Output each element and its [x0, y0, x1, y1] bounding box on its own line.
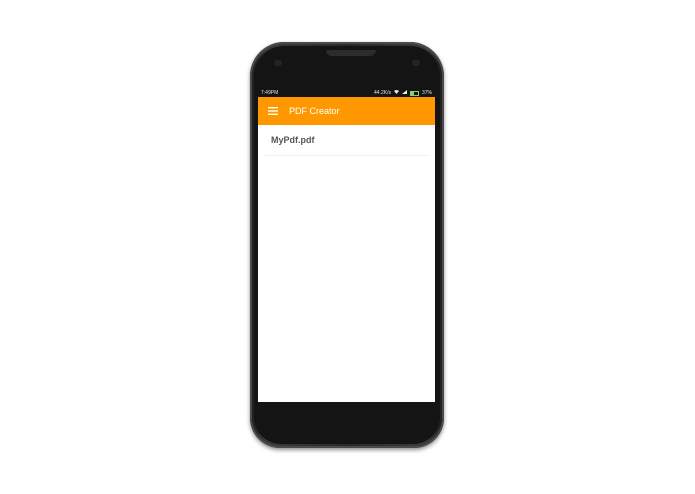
phone-screen: 7:49PM 44.2K/s 37% PDF Creator MyPdf.pdf	[258, 89, 435, 402]
status-time: 7:49PM	[261, 90, 279, 96]
hamburger-menu-icon[interactable]	[264, 107, 282, 115]
file-list: MyPdf.pdf	[258, 125, 435, 156]
status-bar: 7:49PM 44.2K/s 37%	[258, 89, 435, 97]
wifi-icon	[393, 90, 399, 96]
front-camera	[412, 60, 420, 66]
list-item[interactable]: MyPdf.pdf	[265, 125, 428, 156]
signal-icon	[401, 90, 407, 96]
battery-icon	[409, 90, 419, 96]
battery-percent: 37%	[421, 90, 432, 96]
earpiece	[326, 50, 376, 56]
file-name: MyPdf.pdf	[271, 135, 315, 145]
screen-bottom-bezel	[258, 402, 435, 420]
front-sensor	[274, 60, 282, 66]
status-indicators: 44.2K/s 37%	[374, 90, 432, 96]
app-bar: PDF Creator	[258, 97, 435, 125]
app-title: PDF Creator	[289, 106, 340, 116]
network-speed: 44.2K/s	[374, 90, 391, 96]
